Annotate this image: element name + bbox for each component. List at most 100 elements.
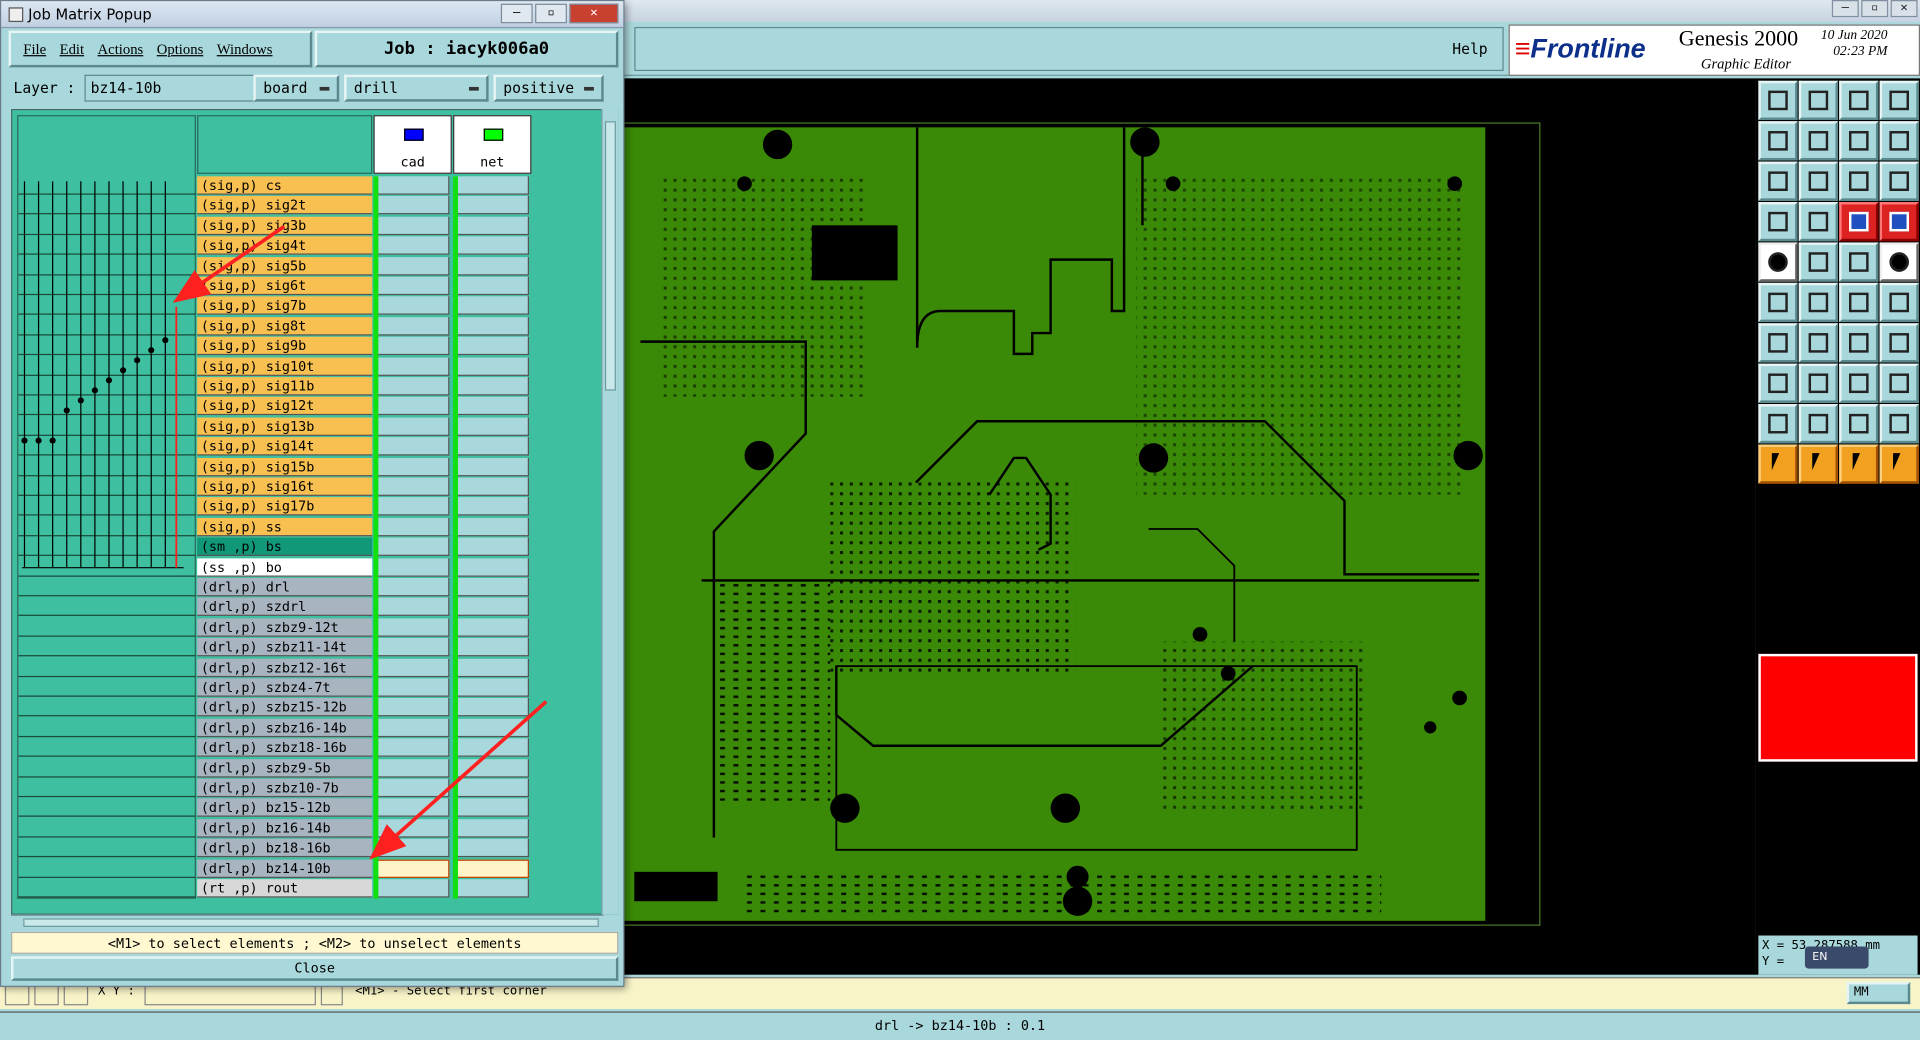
matrix-cell-net[interactable] — [453, 437, 529, 456]
zoom-out-icon[interactable] — [1798, 121, 1838, 161]
layer-row-name[interactable]: (sig,p) sig8t — [197, 316, 373, 336]
layer-row-name[interactable]: (drl,p) szbz9-12t — [197, 618, 373, 637]
matrix-cell-cad[interactable] — [373, 497, 450, 516]
layer-row-name[interactable]: (sig,p) sig3b — [197, 216, 373, 235]
matrix-horizontal-scrollbar[interactable] — [11, 914, 604, 930]
layer-row-name[interactable]: (sig,p) ss — [197, 517, 373, 537]
matrix-cell-net[interactable] — [453, 216, 529, 235]
matrix-cell-net[interactable] — [453, 517, 529, 537]
matrix-cell-cad[interactable] — [373, 839, 450, 858]
matrix-cell-net[interactable] — [453, 598, 529, 617]
layer-matrix[interactable]: cad net (sig,p) cs (sig,p) sig2t (sig,p) s… — [11, 108, 619, 915]
units-select[interactable]: MM — [1846, 982, 1911, 1005]
matrix-cell-net[interactable] — [453, 296, 529, 316]
type-dropdown[interactable]: drill — [344, 74, 489, 102]
center-icon[interactable] — [1798, 161, 1838, 201]
matrix-cell-net[interactable] — [453, 176, 529, 195]
step-column-cad[interactable]: cad — [373, 115, 452, 174]
layer-row-name[interactable]: (sig,p) sig15b — [197, 457, 373, 476]
layer-row-name[interactable]: (drl,p) szbz15-12b — [197, 698, 373, 717]
matrix-cell-net[interactable] — [453, 256, 529, 276]
arc-icon[interactable] — [1839, 323, 1879, 363]
matrix-cell-cad[interactable] — [373, 357, 450, 376]
matrix-cell-cad[interactable] — [373, 336, 450, 356]
pointer-route-icon[interactable] — [1879, 444, 1919, 484]
flip-icon[interactable] — [1879, 323, 1919, 363]
matrix-cell-cad[interactable] — [373, 859, 450, 878]
matrix-cell-net[interactable] — [453, 357, 529, 376]
matrix-cell-cad[interactable] — [373, 537, 450, 557]
matrix-cell-cad[interactable] — [373, 778, 450, 798]
help-menu[interactable]: Help — [1452, 40, 1487, 57]
fit-icon[interactable] — [1758, 161, 1798, 201]
matrix-cell-net[interactable] — [453, 276, 529, 296]
matrix-cell-net[interactable] — [453, 577, 529, 597]
house-icon[interactable] — [1839, 80, 1879, 121]
text2-icon[interactable] — [1839, 404, 1879, 444]
layer-row-name[interactable]: (sig,p) sig9b — [197, 336, 373, 356]
layer-row-name[interactable]: (drl,p) bz14-10b — [197, 859, 373, 878]
window-icon[interactable] — [1879, 80, 1919, 121]
zoom-in-icon[interactable] — [1758, 121, 1798, 161]
matrix-cell-cad[interactable] — [373, 618, 450, 637]
layer-row-name[interactable]: (sig,p) sig5b — [197, 256, 373, 276]
matrix-cell-net[interactable] — [453, 417, 529, 436]
matrix-cell-net[interactable] — [453, 477, 529, 496]
matrix-cell-cad[interactable] — [373, 718, 450, 737]
matrix-cell-net[interactable] — [453, 678, 529, 697]
matrix-cell-cad[interactable] — [373, 176, 450, 195]
angle-icon[interactable] — [1758, 323, 1798, 363]
matrix-cell-cad[interactable] — [373, 638, 450, 657]
matrix-cell-net[interactable] — [453, 778, 529, 798]
matrix-cell-net[interactable] — [453, 879, 529, 898]
layer-input[interactable]: bz14-10b — [84, 74, 256, 102]
layer-row-name[interactable]: (drl,p) szdrl — [197, 598, 373, 617]
layer-row-name[interactable]: (sig,p) sig14t — [197, 437, 373, 456]
matrix-cell-net[interactable] — [453, 397, 529, 416]
layer-row-name[interactable]: (rt ,p) rout — [197, 879, 373, 898]
close-icon[interactable]: ✕ — [569, 3, 619, 24]
close-icon[interactable]: ✕ — [1890, 0, 1918, 18]
matrix-cell-cad[interactable] — [373, 417, 450, 436]
restore-icon[interactable]: ▫ — [1861, 0, 1889, 18]
help-icon[interactable] — [1879, 161, 1919, 201]
matrix-cell-cad[interactable] — [373, 457, 450, 476]
move-icon[interactable] — [1758, 363, 1798, 403]
matrix-cell-cad[interactable] — [373, 879, 450, 898]
scale-icon[interactable] — [1839, 161, 1879, 201]
open-icon[interactable] — [1798, 80, 1838, 121]
matrix-cell-net[interactable] — [453, 818, 529, 838]
matrix-cell-net[interactable] — [453, 196, 529, 215]
matrix-cell-net[interactable] — [453, 839, 529, 858]
snap-icon[interactable] — [1758, 202, 1798, 242]
layer-row-name[interactable]: (sig,p) sig2t — [197, 196, 373, 215]
menu-windows[interactable]: Windows — [217, 40, 273, 58]
pointer-select-icon[interactable] — [1798, 444, 1838, 484]
copy-icon[interactable] — [1839, 363, 1879, 403]
slash-icon[interactable] — [1798, 323, 1838, 363]
matrix-cell-net[interactable] — [453, 537, 529, 557]
layer-row-name[interactable]: (sig,p) sig7b — [197, 296, 373, 316]
matrix-cell-net[interactable] — [453, 497, 529, 516]
pointer-edit-icon[interactable] — [1839, 444, 1879, 484]
layer-row-name[interactable]: (sig,p) sig12t — [197, 397, 373, 416]
matrix-cell-net[interactable] — [453, 859, 529, 878]
matrix-cell-net[interactable] — [453, 658, 529, 677]
layer-row-name[interactable]: (drl,p) szbz4-7t — [197, 678, 373, 697]
layer-row-name[interactable]: (sig,p) sig10t — [197, 357, 373, 376]
layer-row-name[interactable]: (drl,p) szbz11-14t — [197, 638, 373, 657]
group-icon[interactable] — [1879, 363, 1919, 403]
matrix-cell-cad[interactable] — [373, 517, 450, 537]
matrix-cell-cad[interactable] — [373, 256, 450, 276]
minus-icon[interactable] — [1798, 363, 1838, 403]
pan-icon[interactable] — [1839, 121, 1879, 161]
select-area-icon[interactable] — [1798, 242, 1838, 282]
minimize-icon[interactable]: – — [500, 3, 533, 24]
matrix-cell-cad[interactable] — [373, 216, 450, 235]
cross-icon[interactable] — [1798, 282, 1838, 323]
layer-row-name[interactable]: (drl,p) szbz9-5b — [197, 758, 373, 778]
layer-row-name[interactable]: (drl,p) bz16-14b — [197, 818, 373, 838]
menu-actions[interactable]: Actions — [98, 40, 144, 58]
matrix-cell-cad[interactable] — [373, 397, 450, 416]
layer-row-name[interactable]: (sig,p) sig13b — [197, 417, 373, 436]
